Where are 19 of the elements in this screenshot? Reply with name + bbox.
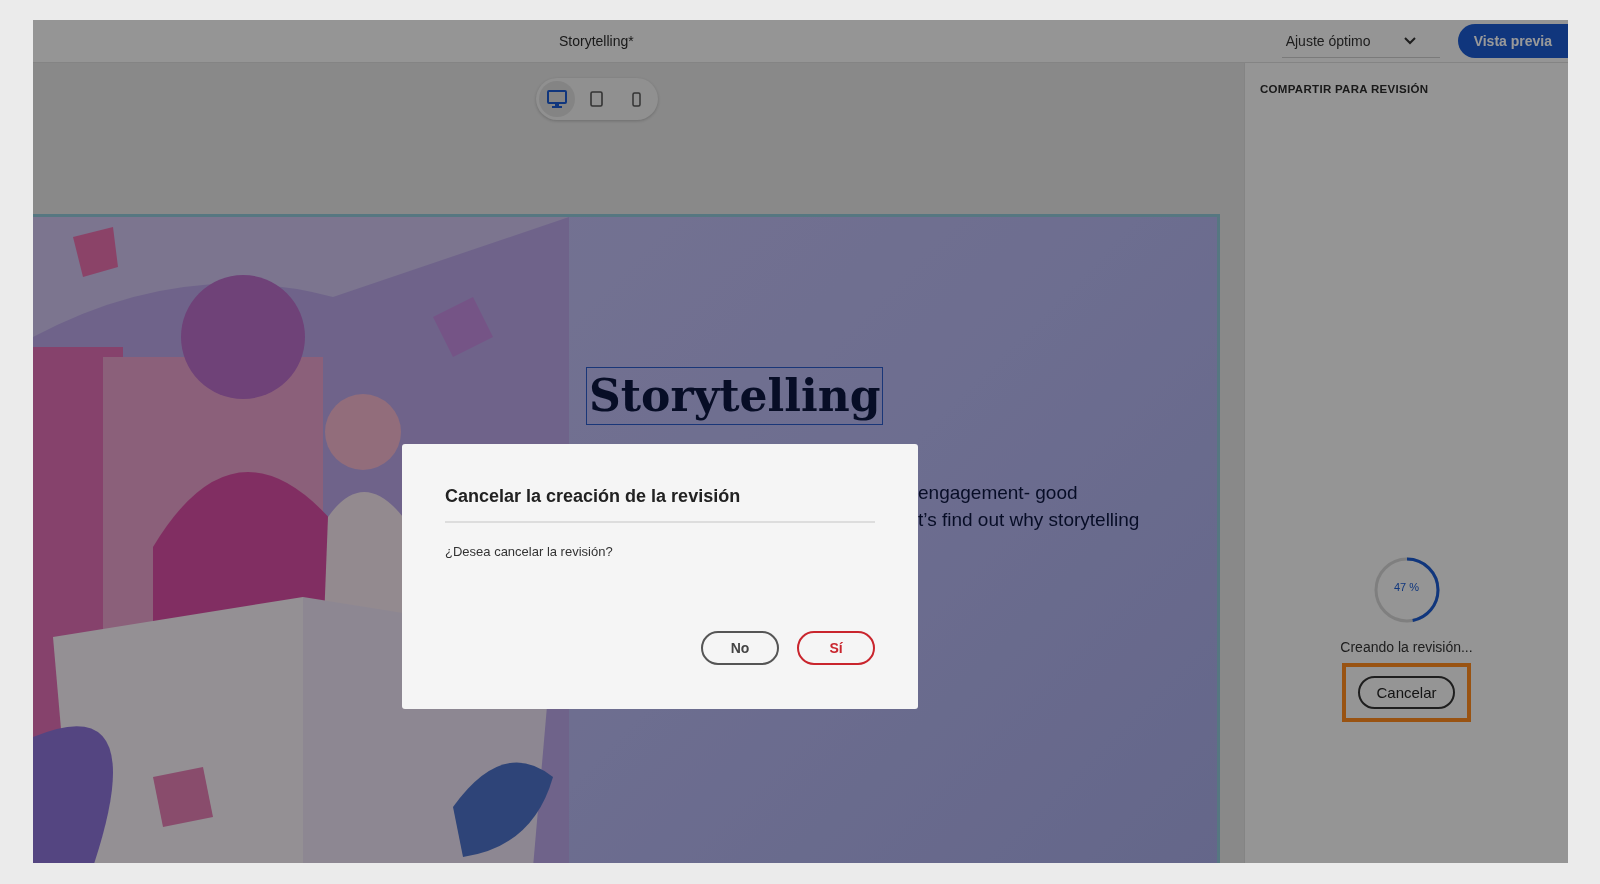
dialog-message: ¿Desea cancelar la revisión? — [445, 544, 614, 559]
device-toggle[interactable] — [538, 81, 575, 117]
tablet-icon — [590, 91, 603, 107]
panel-title: COMPARTIR PARA REVISIÓN — [1260, 83, 1429, 95]
progress-reading: 47 % — [1392, 581, 1421, 593]
confirm-button[interactable]: Sí — [797, 631, 875, 665]
status-text: Creando la revisión... — [1340, 639, 1473, 655]
cancel-button[interactable]: Cancelar — [1358, 676, 1455, 709]
dialog-title: Cancelar la creación de la revisión — [445, 486, 875, 523]
decline-button[interactable]: No — [701, 631, 779, 665]
preview-button[interactable]: Vista previa — [1457, 24, 1568, 58]
chevron-icon — [1404, 36, 1417, 45]
document-title: Storytelling* — [559, 33, 634, 49]
desktop-icon — [546, 90, 567, 108]
zoom-dropdown[interactable]: Ajuste óptimo — [1281, 24, 1440, 58]
body-text: t’s find out why storytelling — [918, 508, 1141, 532]
phone-icon — [632, 91, 641, 107]
page-heading: Storytelling — [586, 367, 884, 425]
body-text: engagement- good — [918, 481, 1079, 505]
